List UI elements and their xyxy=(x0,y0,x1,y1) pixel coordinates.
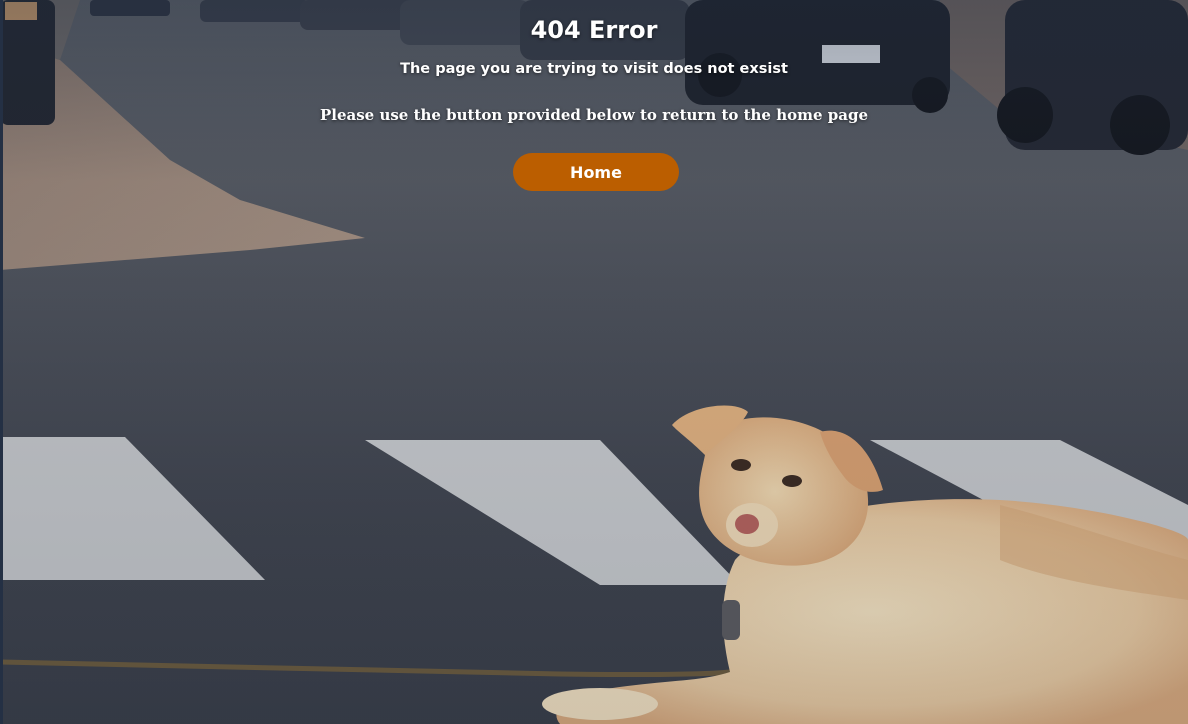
home-button[interactable]: Home xyxy=(513,153,679,191)
error-instructions: Please use the button provided below to … xyxy=(320,106,868,124)
error-subtitle: The page you are trying to visit does no… xyxy=(400,61,788,77)
error-page: 404 Error The page you are trying to vis… xyxy=(0,0,1188,724)
error-title: 404 Error xyxy=(530,16,658,44)
